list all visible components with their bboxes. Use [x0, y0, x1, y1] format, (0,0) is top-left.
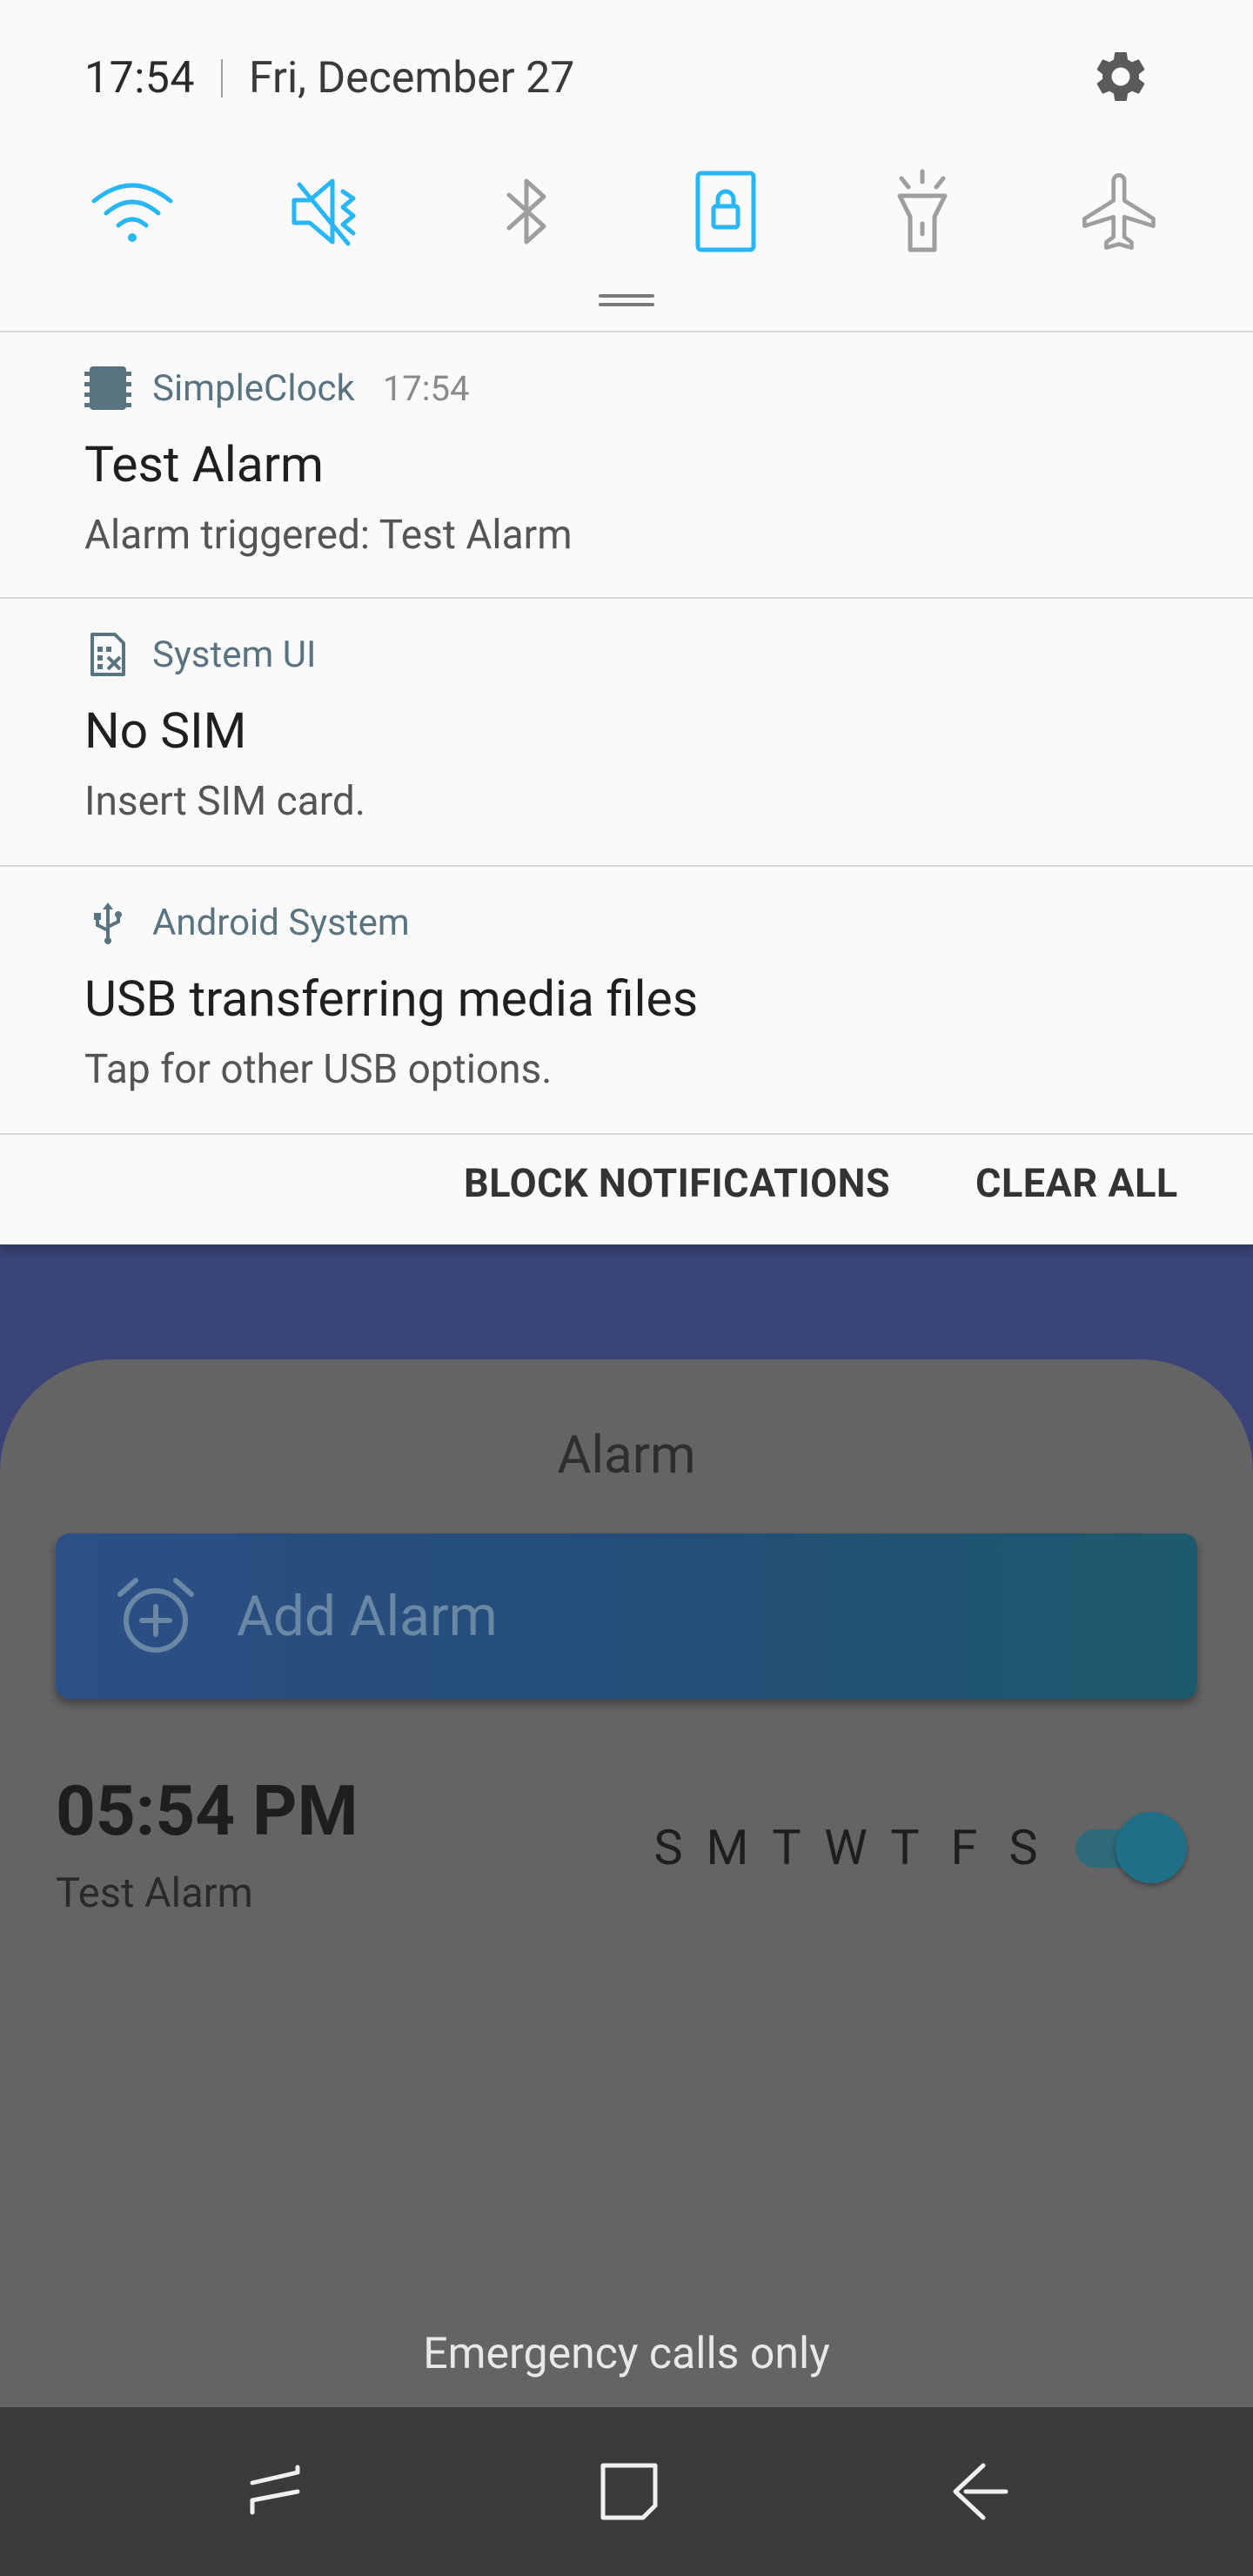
notification-body: Tap for other USB options. — [84, 1046, 553, 1093]
notification-header: SimpleClock 17:54 — [84, 364, 469, 413]
notification-header: Android System — [84, 898, 410, 947]
gear-icon — [1096, 51, 1145, 101]
clear-all-button[interactable]: CLEAR ALL — [975, 1160, 1178, 1206]
notification-body: Alarm triggered: Test Alarm — [84, 512, 573, 559]
recents-button[interactable] — [231, 2444, 326, 2539]
weekday-thu[interactable]: T — [875, 1819, 935, 1876]
weekday-tue[interactable]: T — [757, 1819, 816, 1876]
status-date: Fri, December 27 — [249, 53, 575, 104]
quick-settings-row — [0, 164, 1253, 259]
weekday-sat[interactable]: S — [994, 1819, 1053, 1876]
notification-app-name: System UI — [152, 633, 317, 676]
back-button[interactable] — [932, 2444, 1028, 2539]
notification-app-name: Android System — [152, 901, 410, 944]
screen-lock-icon — [695, 171, 756, 252]
recents-icon — [250, 2465, 300, 2515]
notification-simpleclock[interactable]: SimpleClock 17:54 Test Alarm Alarm trigg… — [0, 332, 1253, 599]
notification-body: Insert SIM card. — [84, 778, 365, 825]
status-row: 17:54 Fri, December 27 — [84, 50, 574, 106]
page-title: Alarm — [557, 1424, 696, 1486]
alarm-label: Test Alarm — [56, 1869, 253, 1917]
weekday-sun[interactable]: S — [639, 1819, 698, 1876]
status-divider — [221, 59, 224, 97]
sim-card-icon — [84, 631, 131, 678]
alarm-enable-toggle[interactable] — [1075, 1810, 1189, 1883]
notification-title: USB transferring media files — [84, 969, 699, 1028]
notification-title: Test Alarm — [84, 435, 325, 493]
wifi-icon — [91, 183, 173, 242]
bluetooth-icon — [506, 178, 546, 245]
qs-airplane[interactable] — [1073, 164, 1169, 259]
alarm-add-icon — [117, 1578, 194, 1653]
alarm-weekdays: S M T W T F S — [639, 1819, 1053, 1876]
notification-time: 17:54 — [382, 367, 470, 409]
sound-mute-icon — [291, 178, 356, 246]
status-time: 17:54 — [84, 53, 196, 104]
weekday-wed[interactable]: W — [816, 1819, 875, 1876]
weekday-fri[interactable]: F — [935, 1819, 994, 1876]
back-icon — [953, 2463, 1008, 2520]
navigation-bar — [0, 2407, 1253, 2576]
add-alarm-label: Add Alarm — [237, 1584, 498, 1649]
qs-sound[interactable] — [283, 164, 379, 259]
weekday-mon[interactable]: M — [698, 1819, 757, 1876]
home-icon — [600, 2463, 658, 2520]
shade-drag-handle[interactable] — [599, 294, 654, 306]
notification-android-system[interactable]: Android System USB transferring media fi… — [0, 867, 1253, 1133]
qs-wifi[interactable] — [84, 164, 180, 259]
toggle-thumb — [1116, 1812, 1187, 1883]
qs-screen-lock[interactable] — [678, 164, 774, 259]
settings-button[interactable] — [1086, 42, 1156, 111]
notification-system-ui[interactable]: System UI No SIM Insert SIM card. — [0, 599, 1253, 865]
add-alarm-button[interactable]: Add Alarm — [56, 1533, 1197, 1699]
notification-title: No SIM — [84, 701, 247, 760]
notification-actions: BLOCK NOTIFICATIONS CLEAR ALL — [0, 1134, 1253, 1244]
clock-chip-icon — [84, 365, 131, 412]
usb-icon — [84, 899, 131, 946]
qs-flashlight[interactable] — [874, 164, 970, 259]
emergency-calls-text: Emergency calls only — [423, 2329, 830, 2379]
alarm-time[interactable]: 05:54 PM — [56, 1770, 358, 1852]
notification-header: System UI — [84, 630, 316, 679]
home-button[interactable] — [581, 2444, 677, 2539]
block-notifications-button[interactable]: BLOCK NOTIFICATIONS — [464, 1160, 890, 1206]
notification-shade: 17:54 Fri, December 27 SimpleClock 17:54… — [0, 0, 1253, 1244]
flashlight-icon — [897, 169, 948, 252]
notification-app-name: SimpleClock — [152, 366, 355, 410]
qs-bluetooth[interactable] — [479, 164, 575, 259]
airplane-icon — [1082, 173, 1156, 250]
